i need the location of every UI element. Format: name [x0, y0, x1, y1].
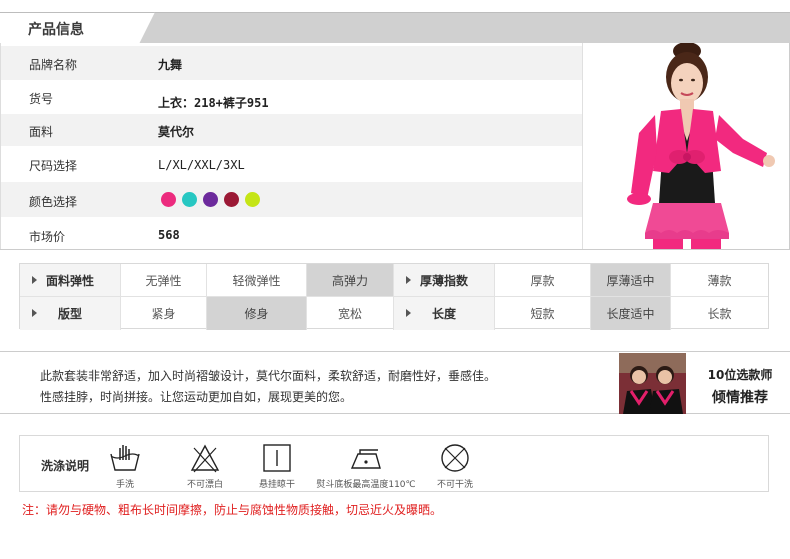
- attribute-table: 面料弹性 无弹性 轻微弹性 高弹力 厚薄指数 厚款 厚薄适中 薄款 版型 紧身 …: [19, 263, 769, 330]
- attr-head-thickness: 厚薄指数: [394, 264, 495, 297]
- brand-label: 品牌名称: [29, 58, 78, 72]
- product-photo: [582, 43, 790, 249]
- attr-option-selected: 修身: [207, 297, 307, 330]
- attr-label: 版型: [57, 307, 82, 321]
- wash-item-nobleach: 不可漂白: [180, 442, 230, 490]
- sku-label: 货号: [29, 92, 54, 106]
- section-header: 产品信息: [0, 12, 790, 43]
- description-line: 此款套装非常舒适，加入时尚褶皱设计，莫代尔面料，柔软舒适，耐磨性好，垂感佳。: [40, 369, 497, 383]
- triangle-icon: [32, 276, 37, 284]
- model-illustration: [627, 43, 775, 249]
- attr-option: 紧身: [121, 297, 207, 330]
- wash-label: 洗涤说明: [41, 459, 90, 473]
- recommendation-line1: 10位选款师: [707, 368, 773, 382]
- wash-instructions: 洗涤说明 手洗 不可漂白 悬挂晾干 熨斗底板最高温度110℃ 不可干洗: [19, 435, 769, 492]
- info-row-fabric: 面料 莫代尔: [1, 114, 582, 146]
- wash-item-nodryclean: 不可干洗: [430, 442, 480, 490]
- attr-option-selected: 长度适中: [591, 297, 671, 330]
- color-swatch-teal[interactable]: [182, 192, 197, 207]
- triangle-icon: [406, 309, 411, 317]
- triangle-icon: [406, 276, 411, 284]
- attr-option: 宽松: [307, 297, 394, 330]
- size-value: L/XL/XXL/3XL: [158, 158, 245, 172]
- hang-dry-icon: [263, 444, 291, 472]
- wash-item-handwash: 手洗: [108, 442, 142, 490]
- wash-caption: 悬挂晾干: [258, 480, 295, 490]
- description-line: 性感挂脖，时尚拼接。让您运动更加自如，展现更美的您。: [40, 390, 353, 404]
- brand-value: 九舞: [158, 58, 183, 72]
- wash-caption: 熨斗底板最高温度110℃: [316, 480, 416, 490]
- wash-item-hangdry: 悬挂晾干: [252, 442, 302, 490]
- wash-caption: 手洗: [115, 480, 134, 490]
- attr-head-length: 长度: [394, 297, 495, 330]
- color-swatch-pink[interactable]: [161, 192, 176, 207]
- attr-option: 薄款: [671, 264, 768, 297]
- stylists-photo: [619, 353, 686, 414]
- info-divider: [0, 249, 790, 250]
- attr-label: 厚薄指数: [419, 273, 468, 288]
- color-swatches: [161, 192, 260, 207]
- color-swatch-lime[interactable]: [245, 192, 260, 207]
- section-title: 产品信息: [28, 22, 84, 38]
- attr-head-fit: 版型: [20, 297, 121, 330]
- sku-value: 上衣：218+裤子951: [158, 96, 269, 110]
- attr-label: 面料弹性: [45, 273, 94, 288]
- fabric-value: 莫代尔: [158, 125, 195, 139]
- price-label: 市场价: [29, 230, 66, 244]
- no-bleach-icon: [190, 444, 220, 473]
- no-dry-clean-icon: [441, 444, 469, 472]
- attr-option: 无弹性: [121, 264, 207, 297]
- product-info-table: 品牌名称 九舞 货号 上衣：218+裤子951 面料 莫代尔 尺码选择 L/XL…: [0, 43, 582, 250]
- description-text: 此款套装非常舒适，加入时尚褶皱设计，莫代尔面料，柔软舒适，耐磨性好，垂感佳。 性…: [40, 366, 600, 408]
- triangle-icon: [32, 309, 37, 317]
- care-warning-note: 注：请勿与硬物、粗布长时间摩擦，防止与腐蚀性物质接触，切忌近火及曝晒。: [22, 503, 443, 517]
- attr-option: 长款: [707, 307, 732, 321]
- info-row-brand: 品牌名称 九舞: [1, 46, 582, 80]
- attr-head-elasticity: 面料弹性: [20, 264, 121, 297]
- stylist-recommendation: 10位选款师 倾情推荐: [700, 366, 780, 407]
- wash-caption: 不可漂白: [186, 480, 223, 490]
- attr-label: 长度: [431, 307, 456, 321]
- info-row-size: 尺码选择 L/XL/XXL/3XL: [1, 146, 582, 182]
- recommendation-line2: 倾情推荐: [712, 390, 768, 406]
- info-row-sku: 货号 上衣：218+裤子951: [1, 80, 582, 114]
- size-label: 尺码选择: [29, 159, 78, 173]
- iron-icon: [350, 449, 381, 469]
- fabric-label: 面料: [29, 125, 54, 139]
- color-swatch-purple[interactable]: [203, 192, 218, 207]
- color-label: 颜色选择: [29, 195, 78, 209]
- price-value: 568: [158, 228, 180, 242]
- info-row-price: 市场价 568: [1, 217, 582, 250]
- info-row-color: 颜色选择: [1, 182, 582, 217]
- attr-option: 短款: [495, 297, 591, 330]
- attr-option: 厚款: [495, 264, 591, 297]
- color-swatch-wine[interactable]: [224, 192, 239, 207]
- wash-caption: 不可干洗: [436, 480, 473, 490]
- wash-item-iron: 熨斗底板最高温度110℃: [311, 442, 421, 490]
- attr-option: 轻微弹性: [207, 264, 307, 297]
- description-section: 此款套装非常舒适，加入时尚褶皱设计，莫代尔面料，柔软舒适，耐磨性好，垂感佳。 性…: [0, 351, 790, 414]
- attr-option-selected: 高弹力: [307, 264, 394, 297]
- hand-wash-icon: [110, 445, 140, 471]
- attr-option-selected: 厚薄适中: [591, 264, 671, 297]
